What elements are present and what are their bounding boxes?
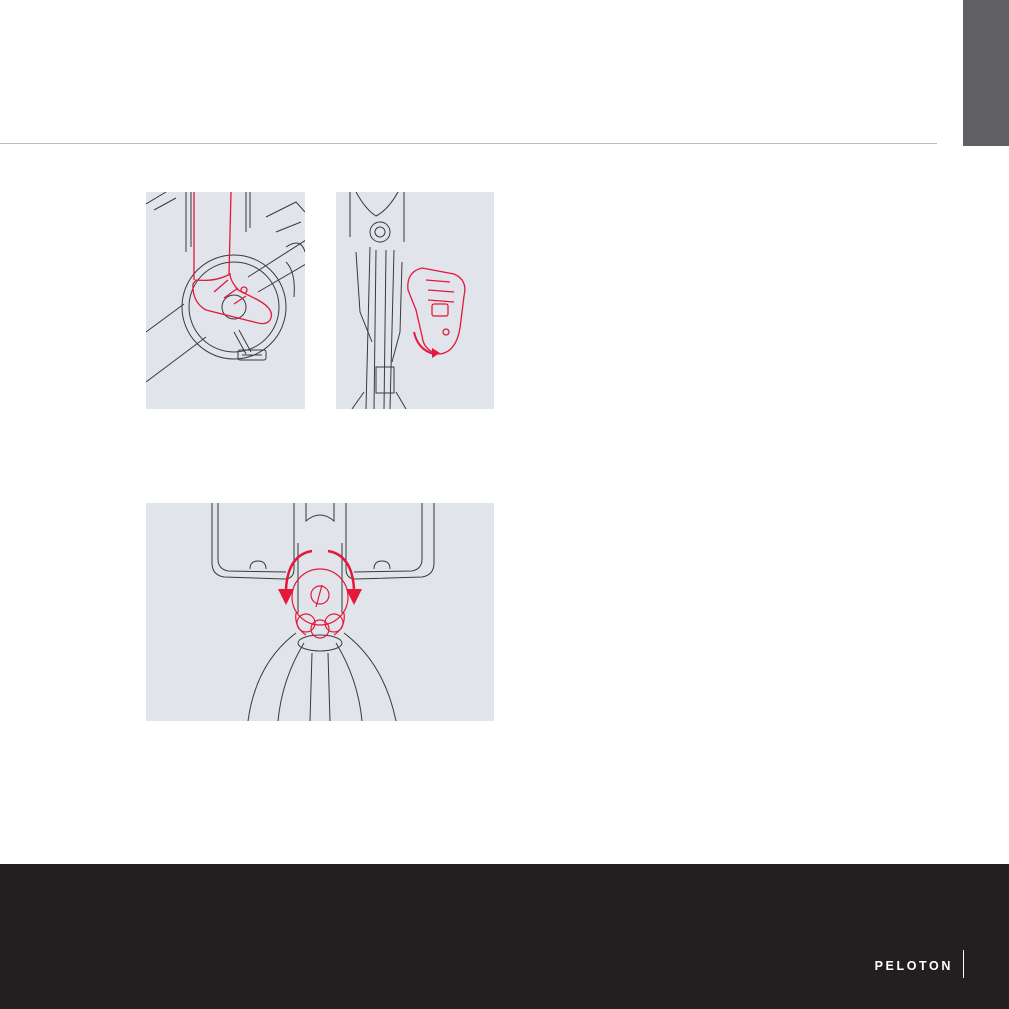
peloton-logo-knob-icon (291, 568, 349, 639)
bike-flywheel (146, 192, 305, 383)
clip-out-shoe-illustration (336, 192, 494, 409)
header-divider (0, 143, 937, 144)
brand-divider (963, 950, 964, 978)
shoe-icon (192, 192, 273, 325)
clockwise-arrow-icon (327, 549, 362, 605)
seat-top-view (211, 503, 435, 721)
brand-wordmark: PELOTON (874, 959, 953, 973)
counterclockwise-arrow-icon (278, 549, 313, 605)
rotate-outward-arrow-icon (413, 331, 440, 358)
footer-bar: PELOTON (0, 864, 1009, 1009)
section-tab (963, 0, 1009, 146)
bike-frame-top-view (349, 192, 407, 409)
pedal-icon (233, 329, 267, 361)
clip-in-shoe-illustration (146, 192, 305, 409)
seat-knob-illustration (146, 503, 494, 721)
